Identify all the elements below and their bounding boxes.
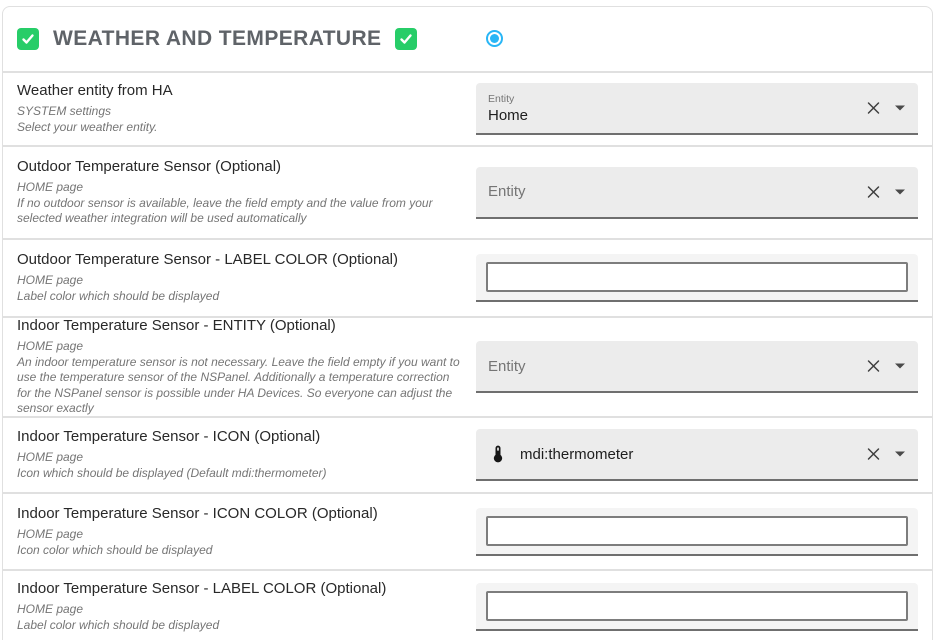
color-input-container: [476, 254, 918, 302]
chevron-down-icon[interactable]: [895, 452, 905, 457]
select-controls: [866, 101, 905, 116]
setting-context: HOME page: [17, 450, 464, 466]
icon-select[interactable]: mdi:thermometer: [476, 429, 918, 481]
settings-card: WEATHER AND TEMPERATURE Weather entity f…: [2, 6, 933, 640]
setting-text-block: Weather entity from HA SYSTEM settings S…: [3, 82, 476, 135]
chevron-down-icon[interactable]: [895, 106, 905, 111]
setting-field-column: [476, 583, 918, 631]
select-floating-label: Entity: [488, 93, 528, 105]
setting-text-block: Indoor Temperature Sensor - ICON (Option…: [3, 428, 476, 481]
select-placeholder: Entity: [488, 183, 526, 200]
setting-field-column: Entity: [476, 167, 918, 219]
section-header-left: WEATHER AND TEMPERATURE: [3, 27, 476, 51]
select-controls: [866, 184, 905, 199]
setting-description: Icon color which should be displayed: [17, 543, 464, 559]
setting-title: Indoor Temperature Sensor - ENTITY (Opti…: [17, 317, 464, 334]
settings-row: Outdoor Temperature Sensor (Optional) HO…: [3, 145, 932, 238]
setting-description: An indoor temperature sensor is not nece…: [17, 355, 464, 416]
settings-row: Indoor Temperature Sensor - LABEL COLOR …: [3, 569, 932, 640]
setting-description: If no outdoor sensor is available, leave…: [17, 196, 464, 227]
setting-description: Select your weather entity.: [17, 120, 464, 136]
header-field-column: [476, 30, 918, 48]
setting-text-block: Indoor Temperature Sensor - ICON COLOR (…: [3, 505, 476, 558]
setting-context: SYSTEM settings: [17, 104, 464, 120]
section-secondary-checkbox[interactable]: [395, 28, 417, 50]
select-value: Home: [488, 107, 528, 124]
settings-row: Indoor Temperature Sensor - ICON (Option…: [3, 416, 932, 492]
entity-select[interactable]: Entity Home: [476, 83, 918, 135]
radio-dot: [490, 34, 499, 43]
checkmark-icon: [21, 32, 35, 46]
select-inner: Entity Home: [488, 93, 528, 124]
setting-title: Indoor Temperature Sensor - LABEL COLOR …: [17, 580, 464, 597]
clear-x-icon[interactable]: [866, 447, 881, 462]
select-placeholder: Entity: [488, 358, 526, 375]
color-text-input[interactable]: [486, 591, 908, 621]
checkmark-icon: [399, 32, 413, 46]
entity-select[interactable]: Entity: [476, 341, 918, 393]
setting-title: Indoor Temperature Sensor - ICON (Option…: [17, 428, 464, 445]
section-radio-button[interactable]: [486, 30, 503, 47]
setting-context: HOME page: [17, 527, 464, 543]
select-controls: [866, 447, 905, 462]
setting-text-block: Indoor Temperature Sensor - ENTITY (Opti…: [3, 317, 476, 416]
section-title: WEATHER AND TEMPERATURE: [53, 27, 381, 51]
rows: Weather entity from HA SYSTEM settings S…: [3, 71, 932, 640]
setting-description: Icon which should be displayed (Default …: [17, 466, 464, 482]
section-header: WEATHER AND TEMPERATURE: [3, 7, 932, 71]
setting-field-column: [476, 254, 918, 302]
setting-text-block: Indoor Temperature Sensor - LABEL COLOR …: [3, 580, 476, 633]
select-controls: [866, 359, 905, 374]
setting-description: Label color which should be displayed: [17, 618, 464, 634]
setting-title: Outdoor Temperature Sensor (Optional): [17, 158, 464, 175]
section-enabled-checkbox[interactable]: [17, 28, 39, 50]
clear-x-icon[interactable]: [866, 184, 881, 199]
setting-description: Label color which should be displayed: [17, 289, 464, 305]
settings-row: Indoor Temperature Sensor - ICON COLOR (…: [3, 492, 932, 569]
entity-select[interactable]: Entity: [476, 167, 918, 219]
settings-row: Indoor Temperature Sensor - ENTITY (Opti…: [3, 316, 932, 416]
settings-row: Outdoor Temperature Sensor - LABEL COLOR…: [3, 238, 932, 316]
setting-title: Outdoor Temperature Sensor - LABEL COLOR…: [17, 251, 464, 268]
setting-field-column: Entity Home: [476, 83, 918, 135]
clear-x-icon[interactable]: [866, 359, 881, 374]
setting-field-column: mdi:thermometer: [476, 429, 918, 481]
setting-title: Indoor Temperature Sensor - ICON COLOR (…: [17, 505, 464, 522]
color-text-input[interactable]: [486, 262, 908, 292]
color-input-container: [476, 508, 918, 556]
setting-context: HOME page: [17, 602, 464, 618]
setting-field-column: Entity: [476, 341, 918, 393]
thermometer-icon: [488, 444, 508, 464]
setting-context: HOME page: [17, 273, 464, 289]
setting-text-block: Outdoor Temperature Sensor - LABEL COLOR…: [3, 251, 476, 304]
color-text-input[interactable]: [486, 516, 908, 546]
clear-x-icon[interactable]: [866, 101, 881, 116]
chevron-down-icon[interactable]: [895, 364, 905, 369]
settings-row: Weather entity from HA SYSTEM settings S…: [3, 71, 932, 145]
chevron-down-icon[interactable]: [895, 189, 905, 194]
select-value: mdi:thermometer: [520, 446, 633, 463]
setting-context: HOME page: [17, 339, 464, 355]
setting-text-block: Outdoor Temperature Sensor (Optional) HO…: [3, 158, 476, 227]
setting-title: Weather entity from HA: [17, 82, 464, 99]
setting-context: HOME page: [17, 180, 464, 196]
setting-field-column: [476, 508, 918, 556]
color-input-container: [476, 583, 918, 631]
